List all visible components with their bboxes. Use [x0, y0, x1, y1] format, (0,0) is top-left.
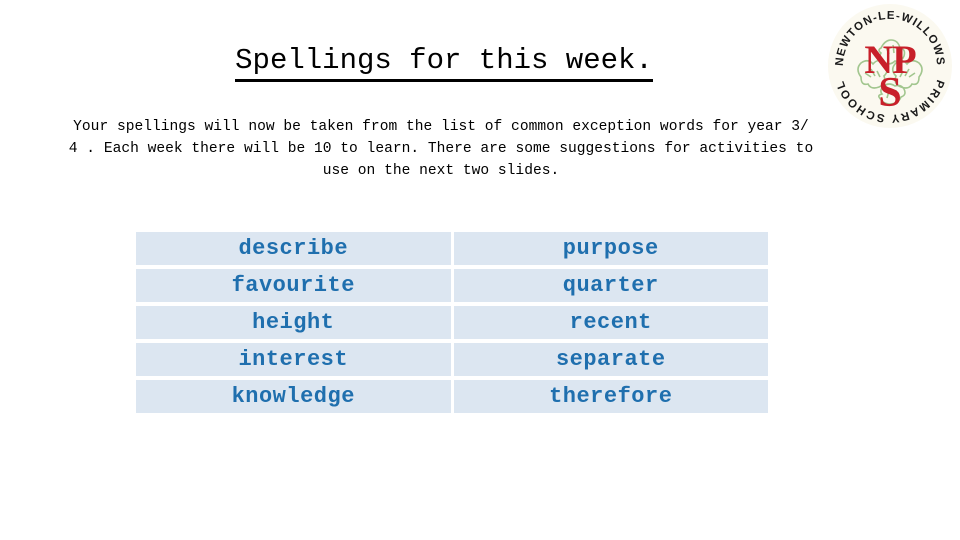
body-container: Your spellings will now be taken from th…	[66, 116, 816, 182]
spelling-word-table: describe purpose favourite quarter heigh…	[133, 228, 771, 417]
table-row: height recent	[136, 306, 768, 339]
word-cell: knowledge	[136, 380, 451, 413]
svg-text:S: S	[878, 70, 901, 116]
word-cell: purpose	[453, 232, 768, 265]
word-cell: describe	[136, 232, 451, 265]
word-cell: height	[136, 306, 451, 339]
page-title: Spellings for this week.	[235, 44, 653, 82]
table-row: favourite quarter	[136, 269, 768, 302]
spelling-word-table-body: describe purpose favourite quarter heigh…	[136, 232, 768, 413]
title-container: Spellings for this week.	[0, 44, 888, 82]
word-cell: therefore	[453, 380, 768, 413]
table-row: describe purpose	[136, 232, 768, 265]
school-logo-icon: NP S NEWTON-LE-WILLOWS PRIMARY SCHOOL	[827, 3, 953, 129]
word-cell: quarter	[453, 269, 768, 302]
word-cell: separate	[453, 343, 768, 376]
word-cell: recent	[453, 306, 768, 339]
slide-canvas: Spellings for this week. Your spellings …	[0, 0, 960, 540]
word-cell: favourite	[136, 269, 451, 302]
table-row: knowledge therefore	[136, 380, 768, 413]
word-cell: interest	[136, 343, 451, 376]
intro-paragraph: Your spellings will now be taken from th…	[68, 119, 814, 179]
table-row: interest separate	[136, 343, 768, 376]
